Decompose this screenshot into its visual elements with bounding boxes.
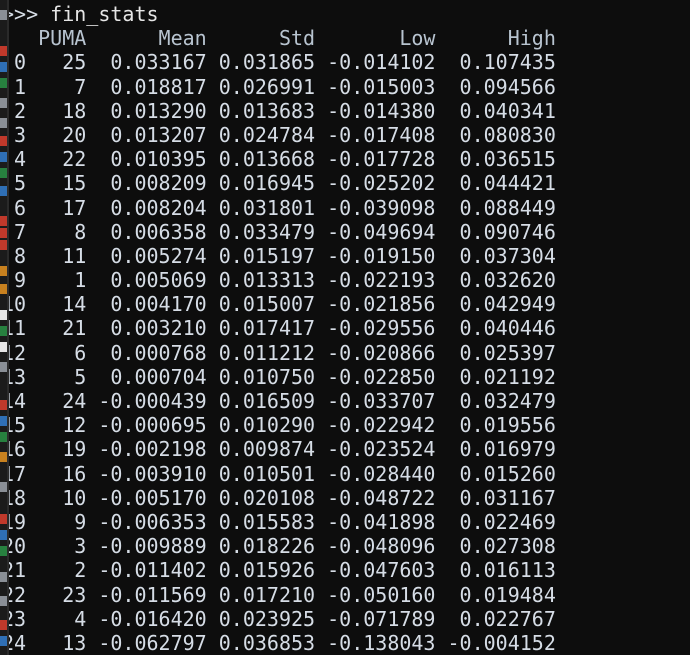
row-cells: 8 11 0.005274 0.015197 -0.019150 0.03730… bbox=[2, 243, 556, 268]
table-row: 10 14 0.004170 0.015007 -0.021856 0.0429… bbox=[0, 292, 690, 316]
minimap-code-fragment bbox=[0, 452, 7, 462]
row-cells: 11 21 0.003210 0.017417 -0.029556 0.0404… bbox=[2, 316, 556, 341]
table-row: 1 7 0.018817 0.026991 -0.015003 0.094566 bbox=[0, 75, 690, 99]
row-cells: 7 8 0.006358 0.033479 -0.049694 0.090746 bbox=[2, 219, 556, 244]
table-row: 18 10 -0.005170 0.020108 -0.048722 0.031… bbox=[0, 486, 690, 510]
row-cells: 2 18 0.013290 0.013683 -0.014380 0.04034… bbox=[2, 98, 556, 123]
minimap-code-fragment bbox=[0, 530, 7, 540]
editor-minimap-sliver[interactable] bbox=[0, 0, 7, 655]
row-cells: 14 24 -0.000439 0.016509 -0.033707 0.032… bbox=[2, 389, 556, 413]
row-cells: 13 5 0.000704 0.010750 -0.022850 0.02119… bbox=[2, 364, 556, 389]
table-row: 5 15 0.008209 0.016945 -0.025202 0.04442… bbox=[0, 171, 690, 195]
table-row: 12 6 0.000768 0.011212 -0.020866 0.02539… bbox=[0, 341, 690, 365]
minimap-code-fragment bbox=[0, 596, 7, 606]
dataframe-header-row: PUMA Mean Std Low High bbox=[0, 26, 690, 50]
minimap-code-fragment bbox=[0, 240, 7, 250]
row-cells: 17 16 -0.003910 0.010501 -0.028440 0.015… bbox=[2, 461, 556, 486]
minimap-code-fragment bbox=[0, 10, 7, 20]
row-cells: 15 12 -0.000695 0.010290 -0.022942 0.019… bbox=[2, 413, 556, 438]
table-row: 22 23 -0.011569 0.017210 -0.050160 0.019… bbox=[0, 583, 690, 607]
row-cells: 5 15 0.008209 0.016945 -0.025202 0.04442… bbox=[2, 171, 556, 196]
row-cells: 10 14 0.004170 0.015007 -0.021856 0.0429… bbox=[2, 292, 556, 317]
minimap-code-fragment bbox=[0, 482, 7, 492]
table-row: 7 8 0.006358 0.033479 -0.049694 0.090746 bbox=[0, 220, 690, 244]
table-row: 20 3 -0.009889 0.018226 -0.048096 0.0273… bbox=[0, 534, 690, 558]
minimap-code-fragment bbox=[0, 266, 7, 276]
minimap-code-fragment bbox=[0, 416, 7, 426]
table-row: 3 20 0.013207 0.024784 -0.017408 0.08083… bbox=[0, 123, 690, 147]
minimap-code-fragment bbox=[0, 636, 7, 646]
table-row: 13 5 0.000704 0.010750 -0.022850 0.02119… bbox=[0, 365, 690, 389]
table-row: 14 24 -0.000439 0.016509 -0.033707 0.032… bbox=[0, 389, 690, 413]
row-cells: 22 23 -0.011569 0.017210 -0.050160 0.019… bbox=[2, 582, 556, 607]
row-cells: 18 10 -0.005170 0.020108 -0.048722 0.031… bbox=[2, 485, 556, 510]
row-cells: 0 25 0.033167 0.031865 -0.014102 0.10743… bbox=[2, 50, 556, 75]
table-row: 15 12 -0.000695 0.010290 -0.022942 0.019… bbox=[0, 413, 690, 437]
table-row: 2 18 0.013290 0.013683 -0.014380 0.04034… bbox=[0, 99, 690, 123]
minimap-code-fragment bbox=[0, 546, 7, 556]
row-cells: 19 9 -0.006353 0.015583 -0.041898 0.0224… bbox=[2, 509, 556, 534]
minimap-code-fragment bbox=[0, 98, 7, 108]
minimap-code-fragment bbox=[0, 168, 7, 178]
minimap-code-fragment bbox=[0, 46, 7, 56]
minimap-code-fragment bbox=[0, 326, 7, 336]
table-row: 6 17 0.008204 0.031801 -0.039098 0.08844… bbox=[0, 196, 690, 220]
minimap-code-fragment bbox=[0, 400, 7, 410]
column-headers: PUMA Mean Std Low High bbox=[2, 26, 556, 51]
minimap-code-fragment bbox=[0, 432, 7, 442]
row-cells: 12 6 0.000768 0.011212 -0.020866 0.02539… bbox=[2, 340, 556, 365]
minimap-code-fragment bbox=[0, 186, 7, 196]
minimap-code-fragment bbox=[0, 78, 7, 88]
console-prompt-line: >>> fin_stats bbox=[0, 2, 690, 26]
row-cells: 1 7 0.018817 0.026991 -0.015003 0.094566 bbox=[2, 74, 556, 99]
row-cells: 21 2 -0.011402 0.015926 -0.047603 0.0161… bbox=[2, 558, 556, 583]
table-row: 21 2 -0.011402 0.015926 -0.047603 0.0161… bbox=[0, 558, 690, 582]
table-row: 11 21 0.003210 0.017417 -0.029556 0.0404… bbox=[0, 316, 690, 340]
row-cells: 20 3 -0.009889 0.018226 -0.048096 0.0273… bbox=[2, 534, 556, 559]
minimap-code-fragment bbox=[0, 136, 7, 146]
minimap-code-fragment bbox=[0, 284, 7, 294]
row-cells: 9 1 0.005069 0.013313 -0.022193 0.032620 bbox=[2, 268, 556, 293]
minimap-code-fragment bbox=[0, 620, 7, 630]
table-row: 4 22 0.010395 0.013668 -0.017728 0.03651… bbox=[0, 147, 690, 171]
table-row: 0 25 0.033167 0.031865 -0.014102 0.10743… bbox=[0, 50, 690, 74]
minimap-code-fragment bbox=[0, 310, 7, 320]
table-row: 16 19 -0.002198 0.009874 -0.023524 0.016… bbox=[0, 437, 690, 461]
row-cells: 3 20 0.013207 0.024784 -0.017408 0.08083… bbox=[2, 122, 556, 147]
table-row: 9 1 0.005069 0.013313 -0.022193 0.032620 bbox=[0, 268, 690, 292]
table-row: 17 16 -0.003910 0.010501 -0.028440 0.015… bbox=[0, 462, 690, 486]
minimap-code-fragment bbox=[0, 152, 7, 162]
minimap-code-fragment bbox=[0, 118, 7, 128]
table-row: 8 11 0.005274 0.015197 -0.019150 0.03730… bbox=[0, 244, 690, 268]
row-cells: 4 22 0.010395 0.013668 -0.017728 0.03651… bbox=[2, 147, 556, 172]
minimap-code-fragment bbox=[0, 216, 7, 226]
entered-command: fin_stats bbox=[38, 2, 159, 26]
minimap-code-fragment bbox=[0, 228, 7, 238]
row-cells: 23 4 -0.016420 0.023925 -0.071789 0.0227… bbox=[2, 606, 556, 631]
minimap-code-fragment bbox=[0, 62, 7, 72]
table-row: 23 4 -0.016420 0.023925 -0.071789 0.0227… bbox=[0, 607, 690, 631]
row-cells: 24 13 -0.062797 0.036853 -0.138043 -0.00… bbox=[2, 630, 556, 655]
minimap-code-fragment bbox=[0, 514, 7, 524]
row-cells: 16 19 -0.002198 0.009874 -0.023524 0.016… bbox=[2, 437, 556, 462]
minimap-code-fragment bbox=[0, 362, 7, 372]
console-text-buffer: >>> fin_stats PUMA Mean Std Low High 0 2… bbox=[0, 2, 690, 655]
python-console-output-panel[interactable]: >>> fin_stats PUMA Mean Std Low High 0 2… bbox=[0, 0, 690, 655]
table-row: 24 13 -0.062797 0.036853 -0.138043 -0.00… bbox=[0, 631, 690, 655]
minimap-code-fragment bbox=[0, 572, 7, 582]
row-cells: 6 17 0.008204 0.031801 -0.039098 0.08844… bbox=[2, 195, 556, 220]
minimap-code-fragment bbox=[0, 342, 7, 352]
table-row: 19 9 -0.006353 0.015583 -0.041898 0.0224… bbox=[0, 510, 690, 534]
panel-divider bbox=[7, 0, 9, 655]
